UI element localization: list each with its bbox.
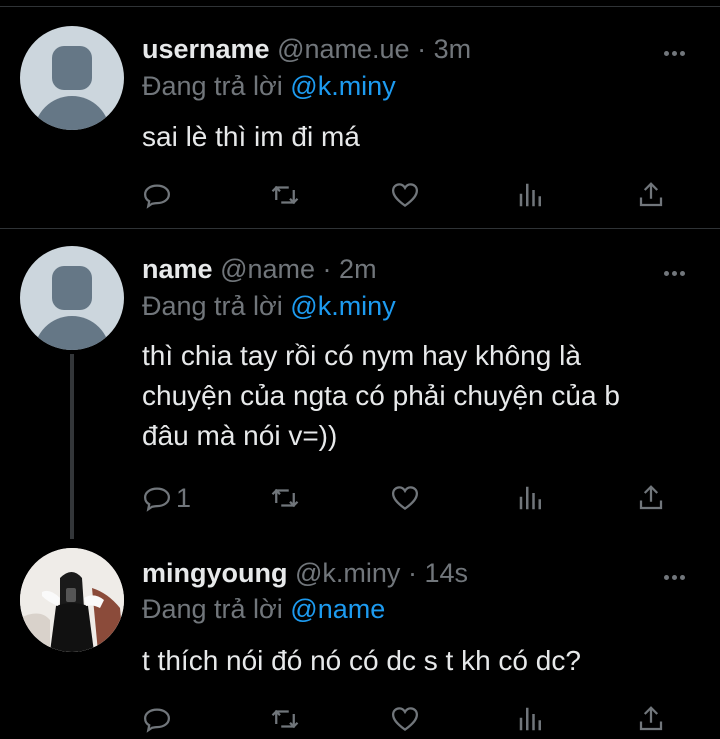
user-handle[interactable]: @name [220, 254, 315, 284]
reply-icon [143, 184, 171, 209]
user-handle[interactable]: @k.miny [295, 558, 400, 588]
reply-icon [143, 487, 171, 512]
tweet-header: name @name · 2m [142, 253, 377, 285]
like-button[interactable] [390, 704, 420, 734]
like-icon [391, 707, 419, 732]
reply-mention[interactable]: @k.miny [290, 291, 395, 321]
tweet-header: username @name.ue · 3m [142, 33, 471, 65]
avatar[interactable] [20, 548, 124, 652]
display-name[interactable]: username [142, 34, 270, 64]
reply-count: 1 [176, 482, 192, 513]
reply-button[interactable] [142, 704, 176, 734]
like-icon [391, 486, 419, 511]
tweet-text: thì chia tay rồi có nym hay không là chu… [142, 340, 620, 451]
retweet-button[interactable] [270, 180, 300, 210]
like-button[interactable] [390, 180, 420, 210]
analytics-icon [519, 183, 541, 207]
share-icon [639, 182, 663, 207]
retweet-icon [271, 709, 299, 729]
share-button[interactable] [636, 483, 666, 513]
display-name[interactable]: mingyoung [142, 558, 287, 588]
separator-dot: · [407, 558, 417, 588]
reply-icon [143, 708, 171, 733]
reply-prefix: Đang trả lời [142, 594, 283, 624]
analytics-button[interactable] [516, 483, 546, 513]
reply-prefix: Đang trả lời [142, 291, 283, 321]
action-bar [142, 180, 682, 210]
tweet-2[interactable]: name @name · 2m Đang trả lời @k.miny thì… [0, 229, 720, 539]
reply-mention[interactable]: @k.miny [290, 71, 395, 101]
like-button[interactable] [390, 483, 420, 513]
more-icon[interactable] [664, 43, 694, 56]
replying-to: Đang trả lời @k.miny [142, 290, 396, 322]
reply-button[interactable]: 1 [142, 483, 191, 513]
avatar[interactable] [20, 246, 124, 350]
reply-prefix: Đang trả lời [142, 71, 283, 101]
profile-photo [20, 548, 124, 652]
tweet-3[interactable]: mingyoung @k.miny · 14s Đang trả lời @na… [0, 539, 720, 739]
replying-to: Đang trả lời @k.miny [142, 70, 396, 102]
separator-dot: · [322, 254, 332, 284]
more-icon[interactable] [664, 567, 694, 580]
share-button[interactable] [636, 180, 666, 210]
avatar[interactable] [20, 26, 124, 130]
tweet-1[interactable]: username @name.ue · 3m Đang trả lời @k.m… [0, 0, 720, 228]
user-handle[interactable]: @name.ue [277, 34, 409, 64]
separator-dot: · [417, 34, 427, 64]
more-icon[interactable] [664, 263, 694, 276]
analytics-icon [519, 707, 541, 731]
action-bar: 1 [142, 483, 682, 513]
thread-line [70, 354, 74, 539]
tweet-text: sai lè thì im đi má [142, 121, 360, 152]
reply-button[interactable] [142, 180, 176, 210]
retweet-button[interactable] [270, 704, 300, 734]
retweet-icon [271, 185, 299, 205]
timestamp[interactable]: 3m [434, 34, 472, 64]
action-bar [142, 704, 682, 734]
retweet-icon [271, 488, 299, 508]
tweet-text: t thích nói đó nó có dc s t kh có dc? [142, 645, 581, 676]
analytics-button[interactable] [516, 180, 546, 210]
timestamp[interactable]: 2m [339, 254, 377, 284]
share-icon [639, 485, 663, 510]
replying-to: Đang trả lời @name [142, 593, 385, 625]
share-icon [639, 706, 663, 731]
analytics-button[interactable] [516, 704, 546, 734]
like-icon [391, 183, 419, 208]
reply-mention[interactable]: @name [290, 594, 385, 624]
display-name[interactable]: name [142, 254, 213, 284]
analytics-icon [519, 486, 541, 510]
tweet-header: mingyoung @k.miny · 14s [142, 557, 468, 589]
share-button[interactable] [636, 704, 666, 734]
timestamp[interactable]: 14s [424, 558, 468, 588]
retweet-button[interactable] [270, 483, 300, 513]
